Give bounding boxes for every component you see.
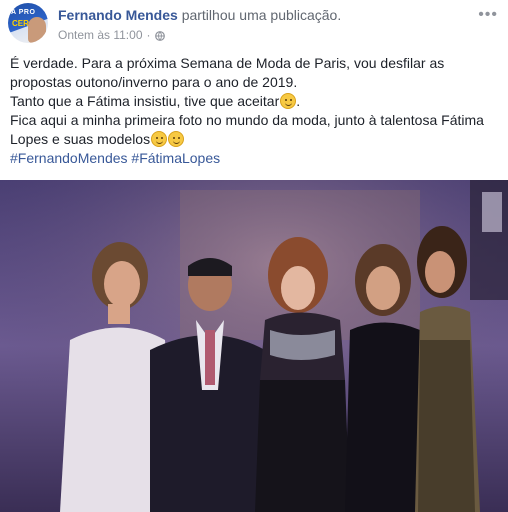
meta-separator: ·: [146, 28, 151, 42]
post-text-line-content: Lopes e suas modelos: [10, 131, 151, 147]
post-hashtags: #FernandoMendes #FátimaLopes: [10, 149, 498, 168]
post-text-line: propostas outono/inverno para o ano de 2…: [10, 74, 298, 90]
more-options-icon[interactable]: •••: [478, 6, 498, 24]
post-timestamp-link[interactable]: Ontem às 11:00: [58, 28, 143, 42]
post-text-line: Tanto que a Fátima insistiu, tive que ac…: [10, 93, 301, 109]
author-line: Fernando Mendes partilhou uma publicação…: [58, 7, 341, 23]
author-action-text: partilhou uma publicação.: [181, 7, 342, 23]
avatar-portrait: [28, 17, 46, 43]
post-text-line: É verdade. Para a próxima Semana de Moda…: [10, 55, 445, 71]
smiley-emoji-icon: [151, 131, 168, 147]
hashtag-links[interactable]: #FernandoMendes #FátimaLopes: [10, 150, 220, 166]
author-name-link[interactable]: Fernando Mendes: [58, 7, 178, 23]
post-header: A PRO CER Fernando Mendes partilhou uma …: [0, 0, 508, 46]
smiley-emoji-icon: [168, 131, 185, 147]
smiley-emoji-icon: [280, 93, 297, 109]
avatar-text-bottom: CER: [12, 19, 29, 28]
post-meta: Ontem às 11:00 ·: [58, 28, 165, 42]
post-body: É verdade. Para a próxima Semana de Moda…: [10, 54, 498, 168]
avatar[interactable]: A PRO CER: [8, 3, 48, 43]
photo-illustration: [0, 180, 508, 512]
avatar-text-top: A PRO: [11, 9, 36, 16]
post-text-line-content: Tanto que a Fátima insistiu, tive que ac…: [10, 93, 280, 109]
post-photo[interactable]: [0, 180, 508, 512]
post-text-line: Lopes e suas modelos: [10, 130, 498, 149]
globe-icon[interactable]: [154, 30, 165, 41]
post-text-line: Fica aqui a minha primeira foto no mundo…: [10, 112, 484, 128]
